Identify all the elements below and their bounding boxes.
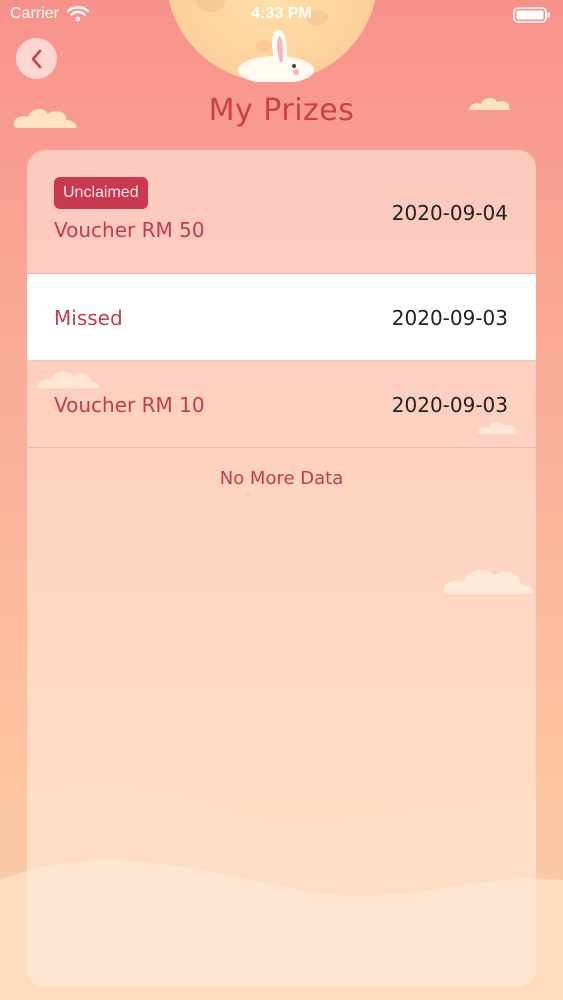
chevron-left-icon bbox=[31, 49, 41, 68]
time-label: 4:33 PM bbox=[251, 5, 312, 22]
prize-row[interactable]: Missed 2020-09-03 bbox=[27, 274, 536, 361]
battery-icon bbox=[513, 7, 550, 23]
prize-row[interactable]: Voucher RM 10 2020-09-03 bbox=[27, 361, 536, 448]
status-badge: Unclaimed bbox=[54, 177, 148, 209]
prize-date: 2020-09-03 bbox=[391, 306, 508, 330]
prize-row[interactable]: Unclaimed Voucher RM 50 2020-09-04 bbox=[27, 150, 536, 274]
screen: Carrier 4:33 PM My Prizes Unclaimed Vouc… bbox=[0, 0, 563, 1000]
prize-list-card: Unclaimed Voucher RM 50 2020-09-04 Misse… bbox=[27, 150, 536, 987]
rabbit-icon bbox=[238, 29, 314, 82]
page-title: My Prizes bbox=[208, 93, 355, 128]
prize-date: 2020-09-03 bbox=[391, 393, 508, 417]
prize-name: Voucher RM 10 bbox=[54, 393, 205, 417]
status-bar: Carrier 4:33 PM bbox=[0, 0, 563, 30]
prize-name: Missed bbox=[54, 306, 123, 330]
prize-name: Voucher RM 50 bbox=[54, 218, 205, 242]
prize-date: 2020-09-04 bbox=[391, 201, 508, 225]
back-button[interactable] bbox=[16, 38, 57, 79]
no-more-data-label: No More Data bbox=[219, 468, 344, 489]
